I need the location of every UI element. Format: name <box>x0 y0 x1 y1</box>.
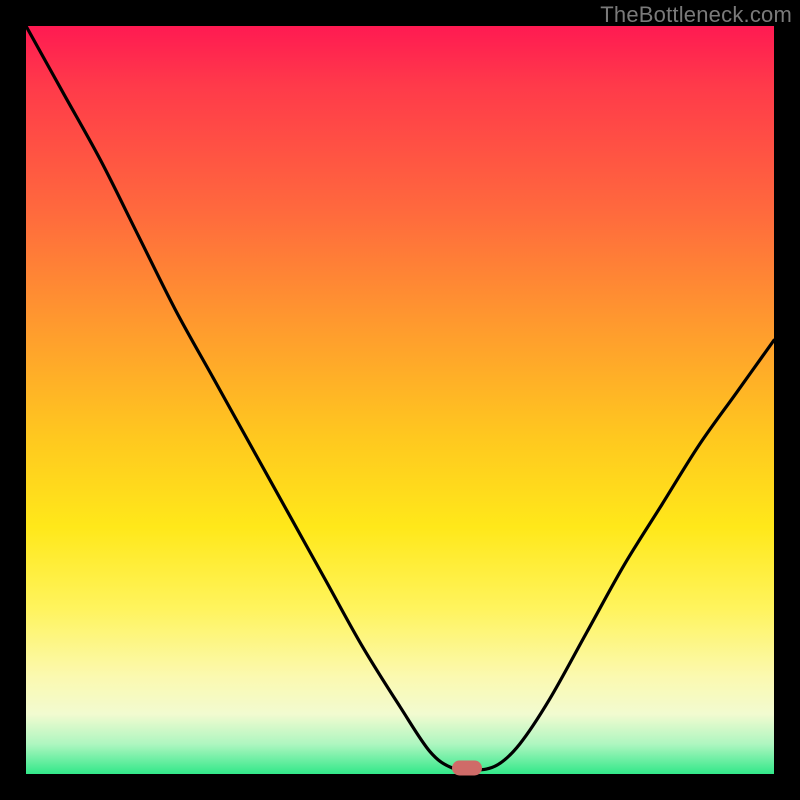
optimum-marker <box>452 761 482 776</box>
chart-frame: TheBottleneck.com <box>0 0 800 800</box>
attribution-text: TheBottleneck.com <box>600 2 792 28</box>
bottleneck-curve <box>26 26 774 774</box>
chart-plot-area <box>26 26 774 774</box>
